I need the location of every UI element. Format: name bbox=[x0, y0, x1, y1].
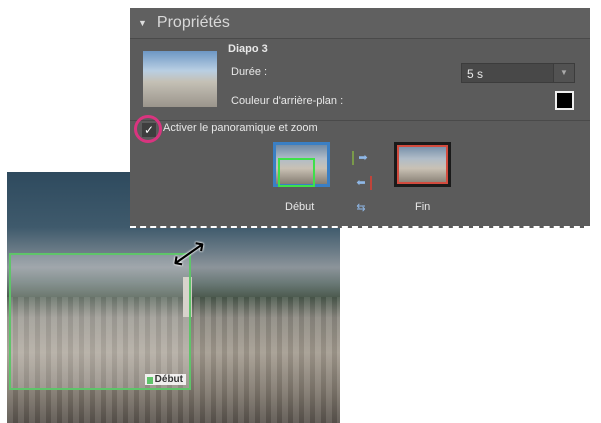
swap-frames-icon[interactable]: ⇆ bbox=[352, 201, 370, 215]
panel-header[interactable]: ▼ Propriétés bbox=[130, 8, 590, 39]
chevron-down-icon[interactable]: ▼ bbox=[553, 64, 574, 82]
properties-panel: ▼ Propriétés Diapo 3 Durée : 5 s ▼ Coule… bbox=[130, 8, 590, 228]
collapse-triangle-icon[interactable]: ▼ bbox=[138, 18, 147, 28]
end-keyframe-thumbnail[interactable] bbox=[394, 142, 451, 187]
duration-label: Durée : bbox=[231, 66, 268, 78]
copy-end-to-start-icon[interactable]: ⬅ bbox=[352, 176, 372, 190]
start-frame-rect bbox=[278, 158, 315, 187]
start-crop-frame[interactable]: Début bbox=[9, 253, 191, 390]
copy-start-to-end-icon[interactable]: ➡ bbox=[352, 151, 372, 165]
end-label: Fin bbox=[415, 201, 431, 213]
start-label: Début bbox=[285, 201, 315, 213]
bg-color-swatch[interactable] bbox=[555, 91, 574, 110]
slide-thumbnail bbox=[143, 51, 217, 107]
crop-frame-label: Début bbox=[144, 374, 186, 385]
highlight-circle bbox=[134, 115, 162, 143]
pan-zoom-label: Activer le panoramique et zoom bbox=[163, 122, 318, 134]
divider bbox=[130, 120, 590, 121]
duration-value: 5 s bbox=[467, 67, 484, 81]
start-keyframe-thumbnail[interactable] bbox=[273, 142, 330, 187]
duration-select[interactable]: 5 s ▼ bbox=[461, 63, 575, 83]
bg-color-label: Couleur d'arrière-plan : bbox=[231, 95, 344, 107]
panel-title: Propriétés bbox=[156, 14, 230, 31]
slide-name: Diapo 3 bbox=[228, 43, 268, 55]
